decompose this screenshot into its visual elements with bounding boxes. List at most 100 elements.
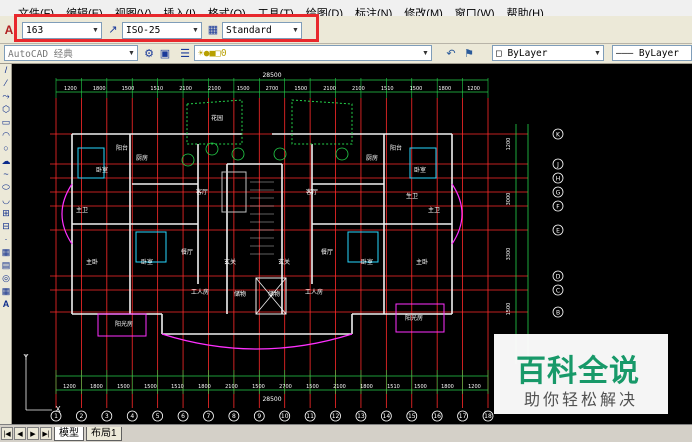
- layer-match-icon[interactable]: ⚑: [462, 47, 476, 61]
- layer-select[interactable]: ☀●■□0 ▼: [194, 45, 432, 61]
- axis-bubble-label: 2: [79, 413, 83, 420]
- menu-tools[interactable]: 工具(T): [258, 8, 294, 16]
- axis-bubble-label: G: [556, 190, 561, 197]
- room-label: 主卫: [76, 206, 88, 214]
- workspace-settings-icon[interactable]: ⚙: [142, 47, 156, 61]
- menu-help[interactable]: 帮助(H): [507, 8, 544, 16]
- bottom-dim-label: 1500: [414, 384, 427, 390]
- chevron-down-icon[interactable]: ▼: [592, 46, 603, 61]
- axis-bubble-label: 8: [232, 413, 236, 420]
- revcloud-icon[interactable]: ☁: [0, 155, 12, 168]
- line-icon[interactable]: /: [0, 64, 12, 77]
- menu-format[interactable]: 格式(O): [208, 8, 246, 16]
- chevron-down-icon[interactable]: ▼: [290, 23, 301, 38]
- axis-bubble-label: H: [556, 176, 561, 183]
- top-dim-label: 1500: [410, 86, 423, 92]
- room-label: 厨房: [366, 154, 378, 162]
- region-icon[interactable]: ◎: [0, 272, 12, 285]
- ucs-x-label: X: [55, 405, 61, 414]
- text-style-value: 163: [26, 25, 44, 36]
- circle-icon[interactable]: ○: [0, 142, 12, 155]
- tab-layout1[interactable]: 布局1: [86, 426, 122, 441]
- axis-bubble-label: 16: [433, 413, 441, 420]
- draw-toolbar: / ⁄ ⤳ ⬡ ▭ ◠ ○ ☁ ~ ⬭ ◡ ⊞ ⊟ · ▦ ▤ ◎ ▦ A: [0, 64, 12, 424]
- table-style-icon[interactable]: ▦: [206, 23, 220, 37]
- bottom-dim-label: 1510: [171, 384, 184, 390]
- layer-manager-icon[interactable]: ☰: [178, 47, 192, 61]
- linetype-select[interactable]: ——— ByLayer: [612, 45, 692, 61]
- bottom-dim-label: 1500: [252, 384, 265, 390]
- polygon-icon[interactable]: ⬡: [0, 103, 12, 116]
- linetype-value: ——— ByLayer: [616, 47, 679, 59]
- top-dim-label: 1500: [294, 86, 307, 92]
- axis-bubble-label: D: [556, 274, 561, 281]
- axis-bubble-label: B: [556, 310, 560, 317]
- dim-style-select[interactable]: ISO-25 ▼: [122, 22, 202, 39]
- chevron-down-icon[interactable]: ▼: [420, 46, 431, 61]
- room-label: 工人房: [305, 288, 323, 296]
- room-label: 阳光房: [405, 314, 423, 322]
- point-icon[interactable]: ·: [0, 233, 12, 246]
- menu-file[interactable]: 文件(F): [18, 8, 54, 16]
- color-select[interactable]: □ ByLayer ▼: [492, 45, 604, 61]
- ellipse-icon[interactable]: ⬭: [0, 181, 12, 194]
- rectangle-icon[interactable]: ▭: [0, 116, 12, 129]
- insert-block-icon[interactable]: ⊞: [0, 207, 12, 220]
- workspace-save-icon[interactable]: ▣: [158, 47, 172, 61]
- top-dim-label: 2700: [266, 86, 279, 92]
- ucs-y-label: Y: [23, 353, 29, 362]
- tab-model[interactable]: 模型: [54, 426, 84, 441]
- dim-style-value: ISO-25: [126, 25, 161, 36]
- top-dim-label: 2100: [352, 86, 365, 92]
- workspace-value: AutoCAD 经典: [8, 49, 73, 60]
- top-dim-label: 1500: [122, 86, 135, 92]
- workspace-select[interactable]: AutoCAD 经典 ▼: [4, 45, 138, 61]
- mtext-icon[interactable]: A: [0, 298, 12, 311]
- spline-icon[interactable]: ~: [0, 168, 12, 181]
- table-icon[interactable]: ▦: [0, 285, 12, 298]
- prev-tab-icon[interactable]: ◀: [14, 427, 26, 440]
- bed-fixture: [347, 231, 379, 263]
- menu-insert[interactable]: 插入(I): [163, 8, 195, 16]
- menu-dimension[interactable]: 标注(N): [355, 8, 392, 16]
- last-tab-icon[interactable]: ▶|: [40, 427, 52, 440]
- plant-symbol: [273, 147, 287, 161]
- text-style-icon[interactable]: A: [2, 23, 16, 37]
- ellipse-arc-icon[interactable]: ◡: [0, 194, 12, 207]
- hatch-icon[interactable]: ▦: [0, 246, 12, 259]
- top-dim-label: 1500: [237, 86, 250, 92]
- gradient-icon[interactable]: ▤: [0, 259, 12, 272]
- first-tab-icon[interactable]: |◀: [1, 427, 13, 440]
- axis-bubble-label: 17: [459, 413, 467, 420]
- layer-previous-icon[interactable]: ↶: [444, 47, 458, 61]
- room-label: 玄关: [278, 258, 290, 266]
- menu-view[interactable]: 视图(V): [115, 8, 152, 16]
- room-label: 卧室: [361, 258, 373, 266]
- right-dim-label: 3000: [506, 193, 512, 206]
- room-label: 厨房: [136, 154, 148, 162]
- text-style-select[interactable]: 163 ▼: [22, 22, 102, 39]
- menu-edit[interactable]: 编辑(E): [66, 8, 103, 16]
- top-total-dim: 28500: [262, 72, 281, 79]
- axis-bubble-label: 18: [484, 413, 492, 420]
- menu-modify[interactable]: 修改(M): [404, 8, 443, 16]
- construction-line-icon[interactable]: ⁄: [0, 77, 12, 90]
- make-block-icon[interactable]: ⊟: [0, 220, 12, 233]
- dim-style-icon[interactable]: ↗: [106, 23, 120, 37]
- axis-bubble-label: F: [556, 204, 560, 211]
- balcony-curve: [61, 183, 73, 245]
- layers-toolbar: AutoCAD 经典 ▼ ⚙ ▣ ☰ ☀●■□0 ▼ ↶ ⚑ □ ByLayer…: [0, 44, 692, 64]
- room-label: 生卫: [406, 192, 418, 200]
- polyline-icon[interactable]: ⤳: [0, 90, 12, 103]
- layer-state-icons: ☀●■□0: [198, 47, 227, 59]
- chevron-down-icon[interactable]: ▼: [190, 23, 201, 38]
- menu-draw[interactable]: 绘图(D): [306, 8, 343, 16]
- chevron-down-icon[interactable]: ▼: [90, 23, 101, 38]
- menu-window[interactable]: 窗口(W): [455, 8, 495, 16]
- chevron-down-icon[interactable]: ▼: [126, 46, 137, 61]
- next-tab-icon[interactable]: ▶: [27, 427, 39, 440]
- table-style-select[interactable]: Standard ▼: [222, 22, 302, 39]
- top-dim-label: 2100: [323, 86, 336, 92]
- right-dim-label: 3300: [506, 248, 512, 261]
- arc-icon[interactable]: ◠: [0, 129, 12, 142]
